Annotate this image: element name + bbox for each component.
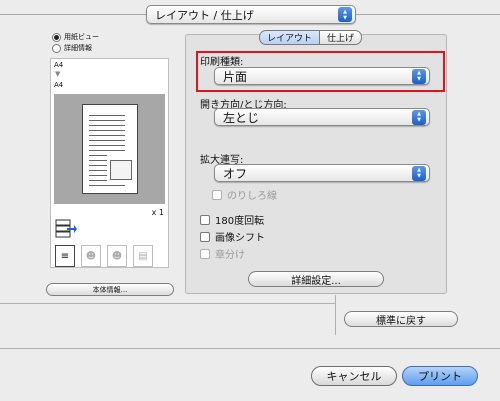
tab-finishing[interactable]: 仕上げ (320, 30, 363, 45)
tab-layout[interactable]: レイアウト (259, 30, 321, 45)
chapter-checkbox[interactable]: 章分け (200, 246, 245, 261)
detail-settings-button-label: 詳細設定... (291, 275, 341, 287)
lock-document-icon: ▤ (133, 245, 153, 267)
radio-paper-view-label: 用紙ビュー (64, 33, 99, 41)
radio-unselected-icon (52, 43, 61, 53)
users-icon: ☻ (107, 245, 127, 267)
user-icon: ☻ (81, 245, 101, 267)
restore-defaults-button-label: 標準に戻す (376, 315, 426, 327)
image-shift-checkbox[interactable]: 画像シフト (200, 229, 265, 244)
popup-arrows-icon: ▲ ▼ (412, 165, 426, 181)
printer-output-icon (55, 219, 77, 239)
preview-area (54, 94, 165, 204)
image-shift-label: 画像シフト (215, 233, 265, 244)
popup-arrows-icon: ▲ ▼ (412, 109, 426, 125)
enlarge-popup[interactable]: オフ ▲ ▼ (214, 164, 430, 182)
radio-selected-icon (52, 32, 61, 42)
print-button-label: プリント (418, 370, 462, 383)
rotate-180-checkbox[interactable]: 180度回転 (200, 212, 264, 227)
cancel-button[interactable]: キャンセル (311, 366, 397, 386)
chapter-label: 章分け (215, 250, 245, 261)
checkbox-box (212, 189, 222, 200)
checkbox-box (200, 231, 210, 242)
machine-info-button[interactable]: 本体情報... (46, 283, 174, 296)
panel-selector-value: レイアウト / 仕上げ (155, 8, 254, 22)
cancel-button-label: キャンセル (326, 370, 382, 383)
checkbox-box (200, 214, 210, 225)
margin-line-checkbox[interactable]: のりしろ線 (212, 187, 277, 202)
enlarge-value: オフ (223, 166, 248, 181)
radio-paper-view[interactable]: 用紙ビュー (52, 32, 99, 42)
binding-popup[interactable]: 左とじ ▲ ▼ (214, 108, 430, 126)
panel-selector-popup[interactable]: レイアウト / 仕上げ ▲ ▼ (146, 5, 356, 24)
radio-machine-view-label: 詳細情報 (64, 44, 92, 52)
popup-arrows-icon: ▲ ▼ (338, 7, 352, 22)
paper-sheet (82, 104, 138, 194)
paper-size-original: A4 (54, 61, 64, 69)
image-placeholder-icon (110, 160, 132, 180)
bottom-separator (0, 348, 500, 349)
tab-layout-label: レイアウト (267, 34, 313, 44)
print-button[interactable]: プリント (402, 366, 478, 386)
document-icon: ≡ (55, 245, 75, 267)
binding-value: 左とじ (223, 110, 260, 125)
down-arrow-icon: ▼ (55, 70, 61, 78)
vertical-separator (335, 295, 336, 335)
rotate-180-label: 180度回転 (215, 216, 265, 227)
copy-count: x 1 (151, 208, 164, 217)
radio-machine-view[interactable]: 詳細情報 (52, 43, 92, 53)
detail-settings-button[interactable]: 詳細設定... (248, 271, 384, 287)
restore-defaults-button[interactable]: 標準に戻す (344, 311, 458, 327)
lower-separator-left (0, 303, 335, 304)
layout-preview: A4 ▼ A4 x 1 ≡ ☻ ☻ ▤ (50, 58, 169, 268)
tab-finishing-label: 仕上げ (327, 34, 355, 44)
margin-line-label: のりしろ線 (227, 191, 277, 202)
highlight-frame (196, 51, 445, 92)
checkbox-box (200, 248, 210, 259)
tab-group: レイアウト 仕上げ (259, 30, 363, 45)
preview-icons-row: ≡ ☻ ☻ ▤ (55, 245, 153, 267)
machine-info-button-label: 本体情報... (92, 285, 128, 294)
paper-size-output: A4 (54, 81, 64, 89)
